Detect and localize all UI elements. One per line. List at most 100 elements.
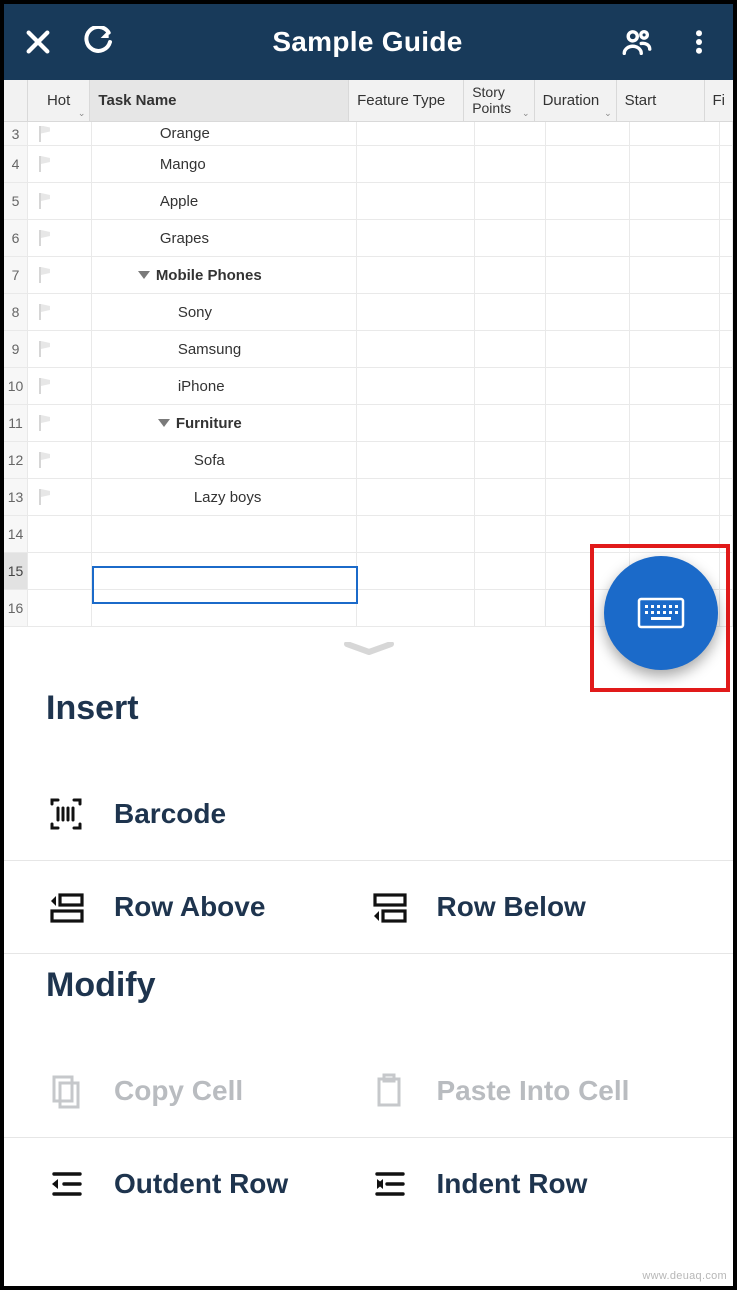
- row-number[interactable]: 5: [4, 183, 28, 219]
- empty-cell[interactable]: [357, 122, 475, 145]
- empty-cell[interactable]: [357, 516, 475, 552]
- refresh-icon[interactable]: [78, 22, 118, 62]
- row-number[interactable]: 6: [4, 220, 28, 256]
- empty-cell[interactable]: [475, 122, 547, 145]
- row-number[interactable]: 8: [4, 294, 28, 330]
- empty-cell[interactable]: [546, 257, 630, 293]
- row-number[interactable]: 11: [4, 405, 28, 441]
- empty-cell[interactable]: [630, 220, 720, 256]
- empty-cell[interactable]: [720, 368, 733, 404]
- empty-cell[interactable]: [720, 220, 733, 256]
- column-task-name[interactable]: Task Name: [90, 80, 349, 121]
- hot-cell[interactable]: [28, 368, 92, 404]
- empty-cell[interactable]: [630, 331, 720, 367]
- hot-cell[interactable]: [28, 257, 92, 293]
- empty-cell[interactable]: [357, 220, 475, 256]
- table-row[interactable]: 12Sofa: [4, 442, 733, 479]
- empty-cell[interactable]: [475, 368, 547, 404]
- indent-row[interactable]: Indent Row: [369, 1164, 692, 1204]
- collapse-caret-icon[interactable]: [158, 419, 170, 427]
- empty-cell[interactable]: [546, 442, 630, 478]
- task-name-cell[interactable]: [92, 516, 357, 552]
- empty-cell[interactable]: [357, 442, 475, 478]
- row-number[interactable]: 4: [4, 146, 28, 182]
- empty-cell[interactable]: [357, 405, 475, 441]
- empty-cell[interactable]: [546, 368, 630, 404]
- close-icon[interactable]: [18, 22, 58, 62]
- task-name-cell[interactable]: Grapes: [92, 220, 357, 256]
- hot-cell[interactable]: [28, 553, 92, 589]
- column-finish[interactable]: Fi: [705, 80, 734, 121]
- hot-cell[interactable]: [28, 331, 92, 367]
- table-row[interactable]: 5Apple: [4, 183, 733, 220]
- row-number[interactable]: 9: [4, 331, 28, 367]
- task-name-cell[interactable]: Mobile Phones: [92, 257, 357, 293]
- empty-cell[interactable]: [357, 294, 475, 330]
- table-row[interactable]: 7Mobile Phones: [4, 257, 733, 294]
- empty-cell[interactable]: [720, 405, 733, 441]
- hot-cell[interactable]: [28, 516, 92, 552]
- task-name-cell[interactable]: Lazy boys: [92, 479, 357, 515]
- hot-cell[interactable]: [28, 479, 92, 515]
- task-name-cell[interactable]: Mango: [92, 146, 357, 182]
- empty-cell[interactable]: [630, 257, 720, 293]
- column-duration[interactable]: Duration⌄: [535, 80, 617, 121]
- task-name-cell[interactable]: Orange: [92, 122, 357, 145]
- table-row[interactable]: 13 Lazy boys: [4, 479, 733, 516]
- empty-cell[interactable]: [630, 294, 720, 330]
- empty-cell[interactable]: [475, 553, 547, 589]
- hot-cell[interactable]: [28, 146, 92, 182]
- table-row[interactable]: 10 iPhone: [4, 368, 733, 405]
- empty-cell[interactable]: [357, 331, 475, 367]
- empty-cell[interactable]: [546, 183, 630, 219]
- empty-cell[interactable]: [357, 553, 475, 589]
- row-number[interactable]: 13: [4, 479, 28, 515]
- empty-cell[interactable]: [720, 442, 733, 478]
- empty-cell[interactable]: [546, 220, 630, 256]
- hot-cell[interactable]: [28, 122, 92, 145]
- task-name-cell[interactable]: iPhone: [92, 368, 357, 404]
- spreadsheet-grid[interactable]: Hot⌄ Task Name Feature Type Story Points…: [4, 80, 733, 627]
- empty-cell[interactable]: [475, 590, 547, 626]
- empty-cell[interactable]: [546, 479, 630, 515]
- empty-cell[interactable]: [475, 257, 547, 293]
- row-number[interactable]: 3: [4, 122, 28, 145]
- column-story-points[interactable]: Story Points⌄: [464, 80, 534, 121]
- column-start[interactable]: Start: [617, 80, 705, 121]
- hot-cell[interactable]: [28, 220, 92, 256]
- empty-cell[interactable]: [630, 405, 720, 441]
- empty-cell[interactable]: [475, 479, 547, 515]
- empty-cell[interactable]: [630, 368, 720, 404]
- overflow-menu-icon[interactable]: [679, 22, 719, 62]
- empty-cell[interactable]: [720, 331, 733, 367]
- empty-cell[interactable]: [475, 294, 547, 330]
- empty-cell[interactable]: [475, 146, 547, 182]
- empty-cell[interactable]: [546, 122, 630, 145]
- column-hot[interactable]: Hot⌄: [28, 80, 91, 121]
- empty-cell[interactable]: [720, 183, 733, 219]
- empty-cell[interactable]: [630, 442, 720, 478]
- empty-cell[interactable]: [475, 405, 547, 441]
- row-number[interactable]: 10: [4, 368, 28, 404]
- row-number[interactable]: 15: [4, 553, 28, 589]
- empty-cell[interactable]: [357, 257, 475, 293]
- table-row[interactable]: 8Sony: [4, 294, 733, 331]
- empty-cell[interactable]: [720, 146, 733, 182]
- hot-cell[interactable]: [28, 590, 92, 626]
- empty-cell[interactable]: [475, 516, 547, 552]
- empty-cell[interactable]: [630, 122, 720, 145]
- task-name-cell[interactable]: [92, 590, 357, 626]
- hot-cell[interactable]: [28, 442, 92, 478]
- table-row[interactable]: 3 Orange: [4, 122, 733, 146]
- row-number[interactable]: 12: [4, 442, 28, 478]
- hot-cell[interactable]: [28, 405, 92, 441]
- insert-row-below[interactable]: Row Below: [369, 887, 692, 927]
- empty-cell[interactable]: [720, 479, 733, 515]
- row-number[interactable]: 16: [4, 590, 28, 626]
- task-name-cell[interactable]: Samsung: [92, 331, 357, 367]
- empty-cell[interactable]: [546, 294, 630, 330]
- insert-row-above[interactable]: Row Above: [46, 887, 369, 927]
- empty-cell[interactable]: [475, 331, 547, 367]
- empty-cell[interactable]: [630, 146, 720, 182]
- empty-cell[interactable]: [546, 146, 630, 182]
